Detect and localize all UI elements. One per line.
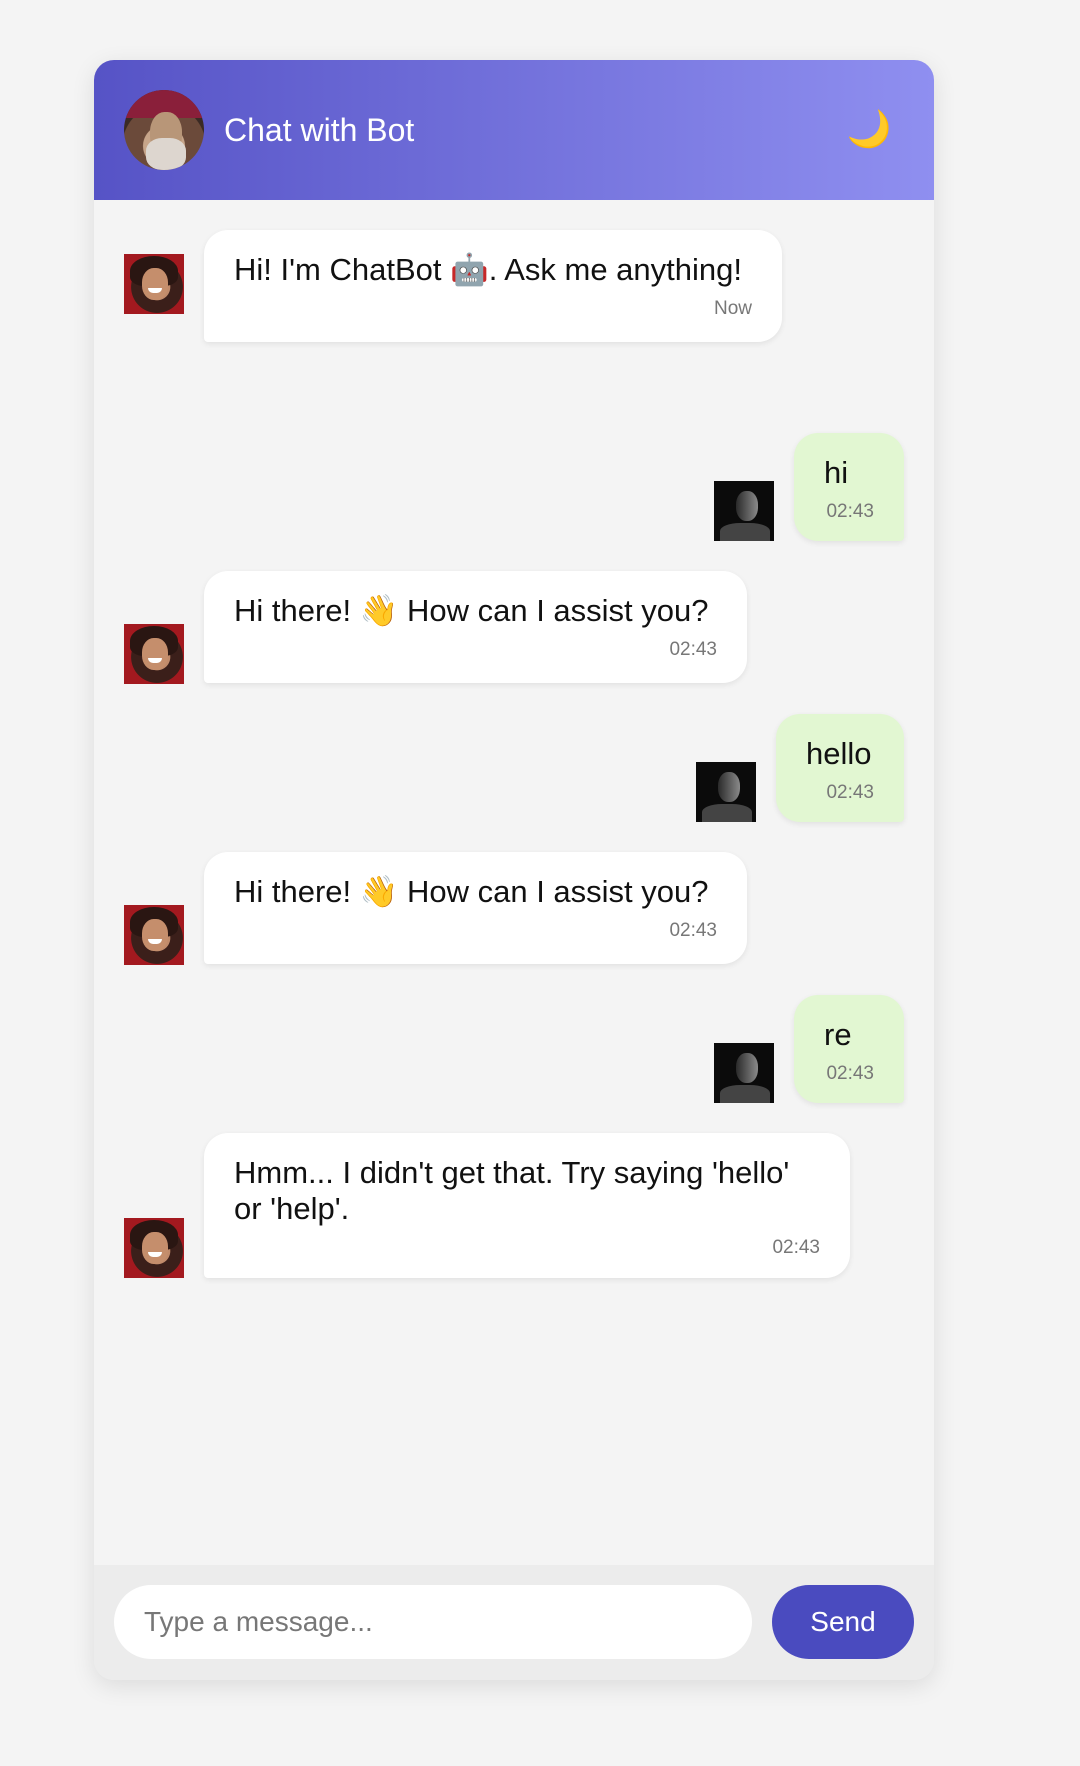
message-timestamp: 02:43 — [826, 782, 874, 803]
message-bubble-user: hi 02:43 — [794, 433, 904, 541]
chat-window: Chat with Bot 🌙 Hi! I'm ChatBot 🤖. Ask m… — [94, 60, 934, 1680]
message-text: Hi there! 👋 How can I assist you? — [234, 593, 709, 628]
message-text: Hi there! 👋 How can I assist you? — [234, 874, 709, 909]
chat-title: Chat with Bot — [224, 112, 415, 148]
send-button[interactable]: Send — [772, 1585, 914, 1659]
user-avatar — [714, 481, 774, 541]
message-row-bot: Hi! I'm ChatBot 🤖. Ask me anything! Now — [94, 200, 934, 342]
message-input[interactable] — [114, 1585, 752, 1659]
message-bubble-user: hello 02:43 — [776, 714, 904, 822]
moon-icon[interactable]: 🌙 — [844, 104, 894, 154]
message-list: Hi! I'm ChatBot 🤖. Ask me anything! Now … — [94, 200, 934, 1625]
message-timestamp: 02:43 — [669, 639, 717, 660]
bot-avatar — [124, 624, 184, 684]
composer-bar: Send — [94, 1565, 934, 1680]
bot-avatar — [124, 1218, 184, 1278]
message-text: Hmm... I didn't get that. Try saying 'he… — [234, 1155, 790, 1226]
message-bubble-bot: Hi! I'm ChatBot 🤖. Ask me anything! Now — [204, 230, 782, 342]
message-text: re — [824, 1017, 852, 1052]
chat-header: Chat with Bot 🌙 — [94, 60, 934, 200]
message-bubble-bot: Hi there! 👋 How can I assist you? 02:43 — [204, 852, 747, 964]
message-text: Hi! I'm ChatBot 🤖. Ask me anything! — [234, 252, 742, 287]
bot-avatar — [124, 254, 184, 314]
user-avatar — [696, 762, 756, 822]
message-text: hi — [824, 455, 849, 490]
message-row-bot: Hmm... I didn't get that. Try saying 'he… — [94, 200, 934, 1278]
message-timestamp: Now — [713, 298, 752, 319]
message-bubble-bot: Hmm... I didn't get that. Try saying 'he… — [204, 1133, 850, 1278]
bot-profile-avatar — [124, 90, 204, 170]
message-timestamp: 02:43 — [826, 1063, 874, 1084]
message-bubble-bot: Hi there! 👋 How can I assist you? 02:43 — [204, 571, 747, 683]
message-bubble-user: re 02:43 — [794, 995, 904, 1103]
bot-avatar — [124, 905, 184, 965]
user-avatar — [714, 1043, 774, 1103]
message-text: hello — [806, 736, 872, 771]
message-timestamp: 02:43 — [772, 1237, 820, 1258]
message-timestamp: 02:43 — [669, 920, 717, 941]
message-timestamp: 02:43 — [826, 501, 874, 522]
